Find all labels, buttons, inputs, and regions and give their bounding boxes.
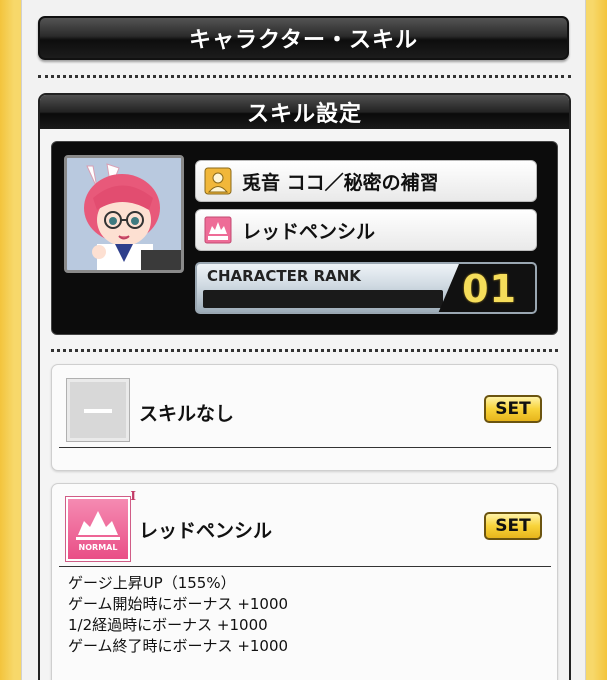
description-line: ゲージ上昇UP（155%） — [68, 574, 236, 592]
rank-value: 01 — [462, 267, 517, 311]
equipped-skill-name: レッドペンシル — [242, 220, 376, 243]
character-portrait-image — [67, 158, 181, 270]
normal-skill-icon — [204, 216, 232, 244]
skill-divider — [59, 566, 551, 567]
character-rank-box: CHARACTER RANK 01 — [195, 262, 537, 314]
description-line: ゲーム終了時にボーナス +1000 — [68, 637, 289, 655]
normal-badge-text: NORMAL — [78, 543, 118, 552]
set-button-label: SET — [495, 516, 531, 536]
dash-icon — [84, 409, 112, 413]
description-line: 1/2経過時にボーナス +1000 — [68, 616, 268, 634]
page-title-bar: キャラクター・スキル — [38, 16, 569, 60]
equipped-skill-row: レッドペンシル — [195, 209, 537, 251]
page-title: キャラクター・スキル — [188, 28, 419, 53]
set-button[interactable]: SET — [484, 395, 542, 423]
character-name-row: 兎音 ココ／秘密の補習 — [195, 160, 537, 202]
skill-option-none[interactable]: スキルなし SET — [51, 364, 558, 471]
description-line: ゲーム開始時にボーナス +1000 — [68, 595, 289, 613]
skill-divider — [59, 447, 551, 448]
character-icon — [204, 167, 232, 195]
section-title: スキル設定 — [246, 102, 362, 127]
skill-name: スキルなし — [139, 403, 235, 425]
skill-name: レッドペンシル — [139, 520, 273, 542]
dotted-divider — [38, 75, 571, 78]
character-portrait[interactable] — [64, 155, 184, 273]
section-title-bar: スキル設定 — [40, 95, 569, 129]
empty-skill-icon — [66, 378, 130, 442]
skill-option-red-pencil[interactable]: NORMAL I レッドペンシル SET ゲージ上昇UP（155%） ゲーム開始… — [51, 483, 558, 680]
character-name: 兎音 ココ／秘密の補習 — [242, 171, 439, 194]
set-button[interactable]: SET — [484, 512, 542, 540]
set-button-label: SET — [495, 399, 531, 419]
skill-level-mark: I — [130, 489, 136, 503]
skill-description: ゲージ上昇UP（155%） ゲーム開始時にボーナス +1000 1/2経過時にボ… — [68, 573, 288, 657]
rank-progress-bar — [203, 290, 443, 308]
rank-label: CHARACTER RANK — [207, 267, 361, 285]
dotted-divider — [51, 349, 558, 352]
normal-skill-icon: NORMAL I — [66, 489, 136, 561]
